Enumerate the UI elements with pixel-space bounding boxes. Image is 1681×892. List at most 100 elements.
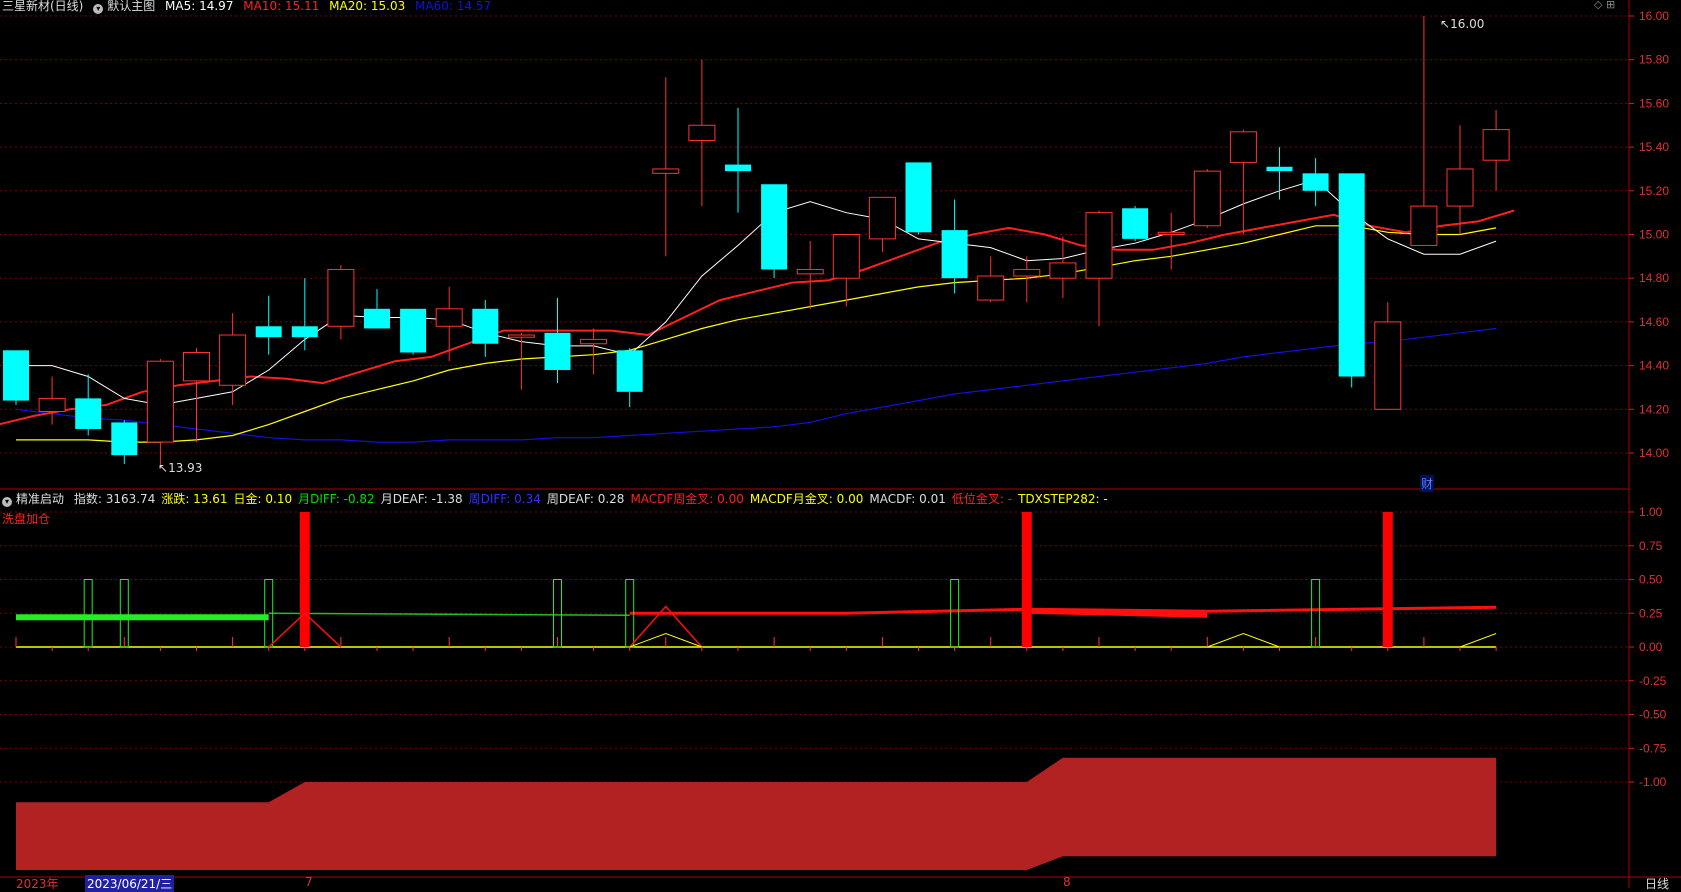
candle-body-down [111,422,138,456]
candle-body-up [1482,129,1510,161]
finance-marker[interactable]: 财 [1420,475,1435,492]
candle-body-up [507,334,535,338]
candle-body-down [1266,166,1293,172]
price-tick-label: 14.20 [1639,402,1669,416]
candle-body-up [652,168,680,174]
indicator-tick-label: 0.50 [1639,573,1663,587]
candle-body-up [1085,212,1113,279]
candle-body-down [941,230,968,279]
yellow-triangle [1207,632,1280,648]
indicator-value: 日金: 0.10 [233,492,293,506]
candle-body-up [688,124,716,142]
candlesticks[interactable] [3,16,1510,469]
candle-body-up [832,234,860,279]
cursor-date: 2023/06/21/三 [85,875,175,892]
candle-body-down [3,350,29,401]
candle-body-down [472,308,499,344]
candle-body-up [146,360,174,443]
month-label-aug: 8 [1063,875,1071,889]
price-axis-labels: 16.00 15.80 15.60 15.40 15.20 15.00 14.80 14.60… [1629,9,1669,460]
indicator-value: 月DIFF: -0.82 [298,492,375,506]
ma60-value: MA60: 14.57 [415,0,492,13]
candle-body-up [219,334,247,386]
indicator-tick-label: -0.75 [1639,741,1667,755]
moving-average-lines [0,179,1515,443]
price-tick-label: 14.40 [1639,359,1669,373]
candle-body-up [327,268,355,327]
candle-body-down [761,184,788,270]
candle-body-down [1122,208,1149,239]
stock-title[interactable]: 三星新材(日线) [2,0,83,13]
candle-body-up [183,351,210,382]
template-name[interactable]: 默认主图 [107,0,155,13]
low-price-marker: ↖13.93 [158,461,203,475]
candle-body-up [1410,205,1438,246]
indicator-tick-label: -1.00 [1639,775,1667,789]
indicator-tick-label: 1.00 [1639,505,1663,519]
indicator-tick-label: 0.75 [1639,539,1663,553]
indicator-value: 月DEAF: -1.38 [380,492,463,506]
ma10-value: MA10: 15.11 [243,0,320,13]
candle-body-down [905,162,932,233]
red-signal-bar [1382,512,1393,647]
candle-body-up [580,338,608,345]
red-signal-bar [1021,512,1032,647]
indicator-value: MACDF: 0.01 [869,492,946,506]
red-area-band [16,757,1497,870]
red-signal-bar [299,512,310,647]
price-tick-label: 15.40 [1639,140,1669,154]
candle-body-up [1049,262,1077,279]
stock-chart[interactable]: 16.00 15.80 15.60 15.40 15.20 15.00 14.80 14.60… [0,0,1681,888]
candle-body-down [400,308,427,353]
indicator-value: 涨跌: 13.61 [161,492,228,506]
candle-body-up [796,268,824,275]
indicator-tick-label: -0.50 [1639,708,1667,722]
price-tick-label: 15.20 [1639,184,1669,198]
price-tick-label: 15.60 [1639,96,1669,110]
candle-body-down [544,332,571,370]
candle-body-up [1229,131,1257,163]
candle-body-down [291,326,318,338]
year-label: 2023年 [16,877,59,891]
indicator-value: MACDF月金叉: 0.00 [749,492,864,506]
ma5-value: MA5: 14.97 [165,0,234,13]
candle-body-down [255,326,282,338]
indicator-second-line: 洗盘加仓 [2,512,51,526]
price-tick-label: 14.60 [1639,315,1669,329]
high-price-label: 16.00 [1450,17,1485,31]
price-tick-label: 14.80 [1639,271,1669,285]
indicator-value: MACDF周金叉: 0.00 [630,492,744,506]
period-label[interactable]: 日线 [1645,875,1669,892]
candle-body-up [1013,268,1041,277]
indicator-pane [15,512,1497,870]
indicator-tick-label: -0.25 [1639,674,1667,688]
candle-body-down [75,398,102,429]
price-tick-label: 16.00 [1639,9,1669,23]
chevron-down-icon[interactable]: ▾ [93,4,104,14]
price-tick-label: 15.00 [1639,228,1669,242]
candle-body-down [1302,173,1329,191]
ma20-value: MA20: 15.03 [329,0,406,13]
candle-body-up [1157,231,1185,236]
main-chart-header: 三星新材(日线) ▾ 默认主图 MA5: 14.97 MA10: 15.11 MA… [2,0,497,14]
chevron-down-icon[interactable]: ▾ [2,497,12,507]
candle-body-up [1446,168,1474,207]
indicator-value: 低位金叉: - [951,492,1013,506]
indicator-value: 指数: 3163.74 [73,492,156,506]
candle-body-up [868,196,896,240]
window-controls[interactable]: ◇ ⊞ [1594,0,1615,11]
indicator-name[interactable]: 精准启动 [16,492,64,506]
indicator-tick-label: 0.25 [1639,606,1663,620]
candle-body-up [977,275,1005,301]
yellow-line [1459,633,1497,648]
candle-body-up [1193,170,1221,227]
candle-body-up [38,397,66,412]
indicator-value: 周DEAF: 0.28 [546,492,625,506]
indicator-value: 周DIFF: 0.34 [468,492,541,506]
candle-body-down [725,164,751,172]
candle-body-down [1338,173,1365,377]
high-price-marker: ↖16.00 [1440,17,1485,31]
indicator-header: ▾ 精准启动 指数: 3163.74 涨跌: 13.61 日金: 0.10 月DIFF:… [2,492,1114,507]
candle-body-down [616,350,643,392]
candle-body-up [435,308,463,327]
